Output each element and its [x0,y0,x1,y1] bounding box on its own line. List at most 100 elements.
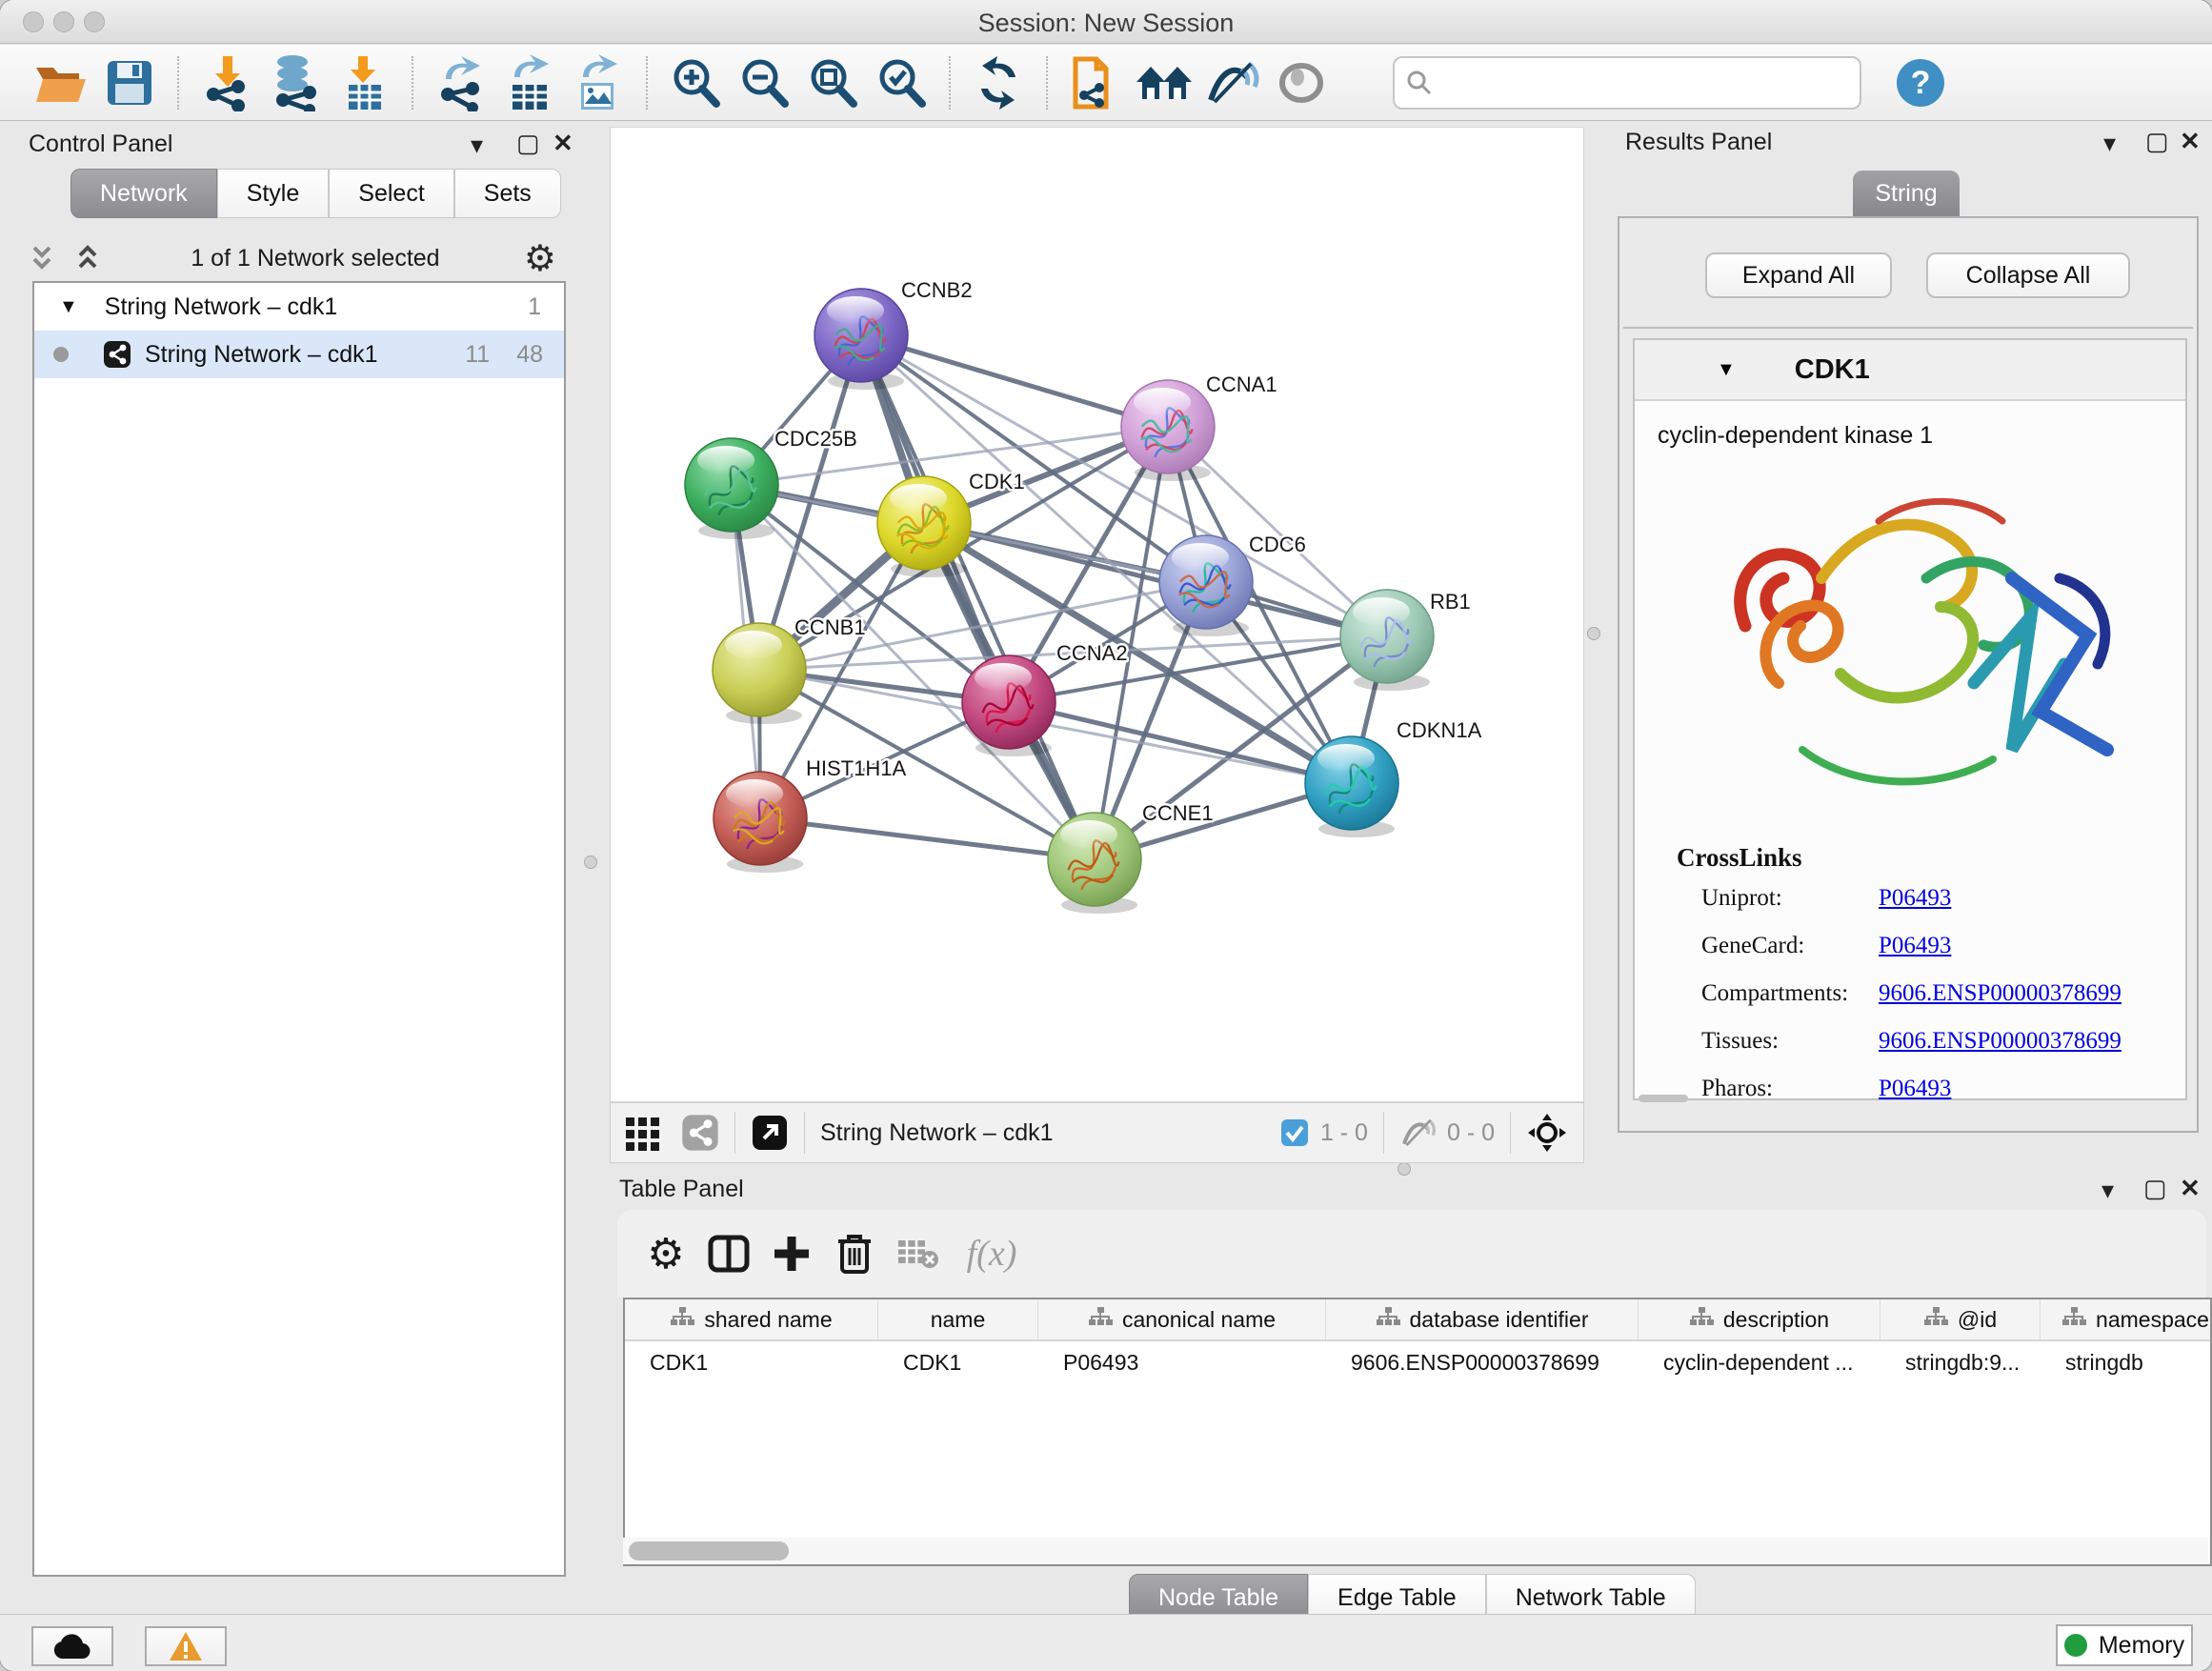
cloud-button[interactable] [31,1626,113,1666]
control-panel-collapse-icon[interactable]: ▾ [471,132,483,157]
import-network-database-icon[interactable] [261,52,330,113]
node-data-table[interactable]: shared namenamecanonical namedatabase id… [623,1298,2212,1566]
table-panel-float-icon[interactable]: ▢ [2143,1176,2167,1200]
share-document-icon[interactable] [1061,52,1130,113]
network-edge[interactable] [760,818,1095,859]
table-options-gear-icon[interactable]: ⚙ [634,1223,697,1284]
network-node-CDC6[interactable]: CDC6 [1159,533,1306,636]
column-header-shared-name[interactable]: shared name [625,1299,878,1339]
left-splitter-handle[interactable] [584,856,597,869]
section-scrollbar-thumb[interactable] [1639,1095,1688,1102]
column-header-@id[interactable]: @id [1880,1299,2041,1339]
export-table-icon[interactable] [495,52,564,113]
section-disclosure-triangle-icon[interactable]: ▼ [1717,359,1736,381]
crosslink-link[interactable]: P06493 [1879,933,1951,959]
table-horizontal-scrollbar[interactable] [623,1538,2208,1564]
refresh-icon[interactable] [964,52,1033,113]
save-session-button[interactable] [95,52,164,113]
zoom-out-icon[interactable] [730,52,798,113]
table-cell: CDK1 [878,1341,1038,1383]
expand-all-button[interactable]: Expand All [1705,252,1892,298]
search-box[interactable] [1393,56,1861,110]
node-count: 11 [465,341,490,369]
add-column-icon[interactable] [760,1223,823,1284]
table-scrollbar-thumb[interactable] [629,1541,789,1560]
selected-checkbox-icon[interactable] [1280,1118,1309,1147]
export-network-icon[interactable] [427,52,495,113]
network-node-CCNB2[interactable]: CCNB2 [814,278,973,390]
network-node-CCNA1[interactable]: CCNA1 [1121,372,1277,481]
crosslink-row: Tissues:9606.ENSP00000378699 [1701,1028,2159,1055]
delete-column-icon[interactable] [823,1223,886,1284]
results-panel-close-icon[interactable]: ✕ [2180,129,2201,153]
network-edge[interactable] [861,335,1095,859]
right-splitter-handle[interactable] [1587,627,1600,640]
crosslink-row: GeneCard:P06493 [1701,933,2159,959]
network-collection-row[interactable]: ▼ String Network – cdk1 1 [34,283,564,331]
column-header-namespace[interactable]: namespace [2041,1299,2212,1339]
network-node-CDC25B[interactable]: CDC25B [685,427,857,539]
column-header-canonical-name[interactable]: canonical name [1038,1299,1326,1339]
column-header-label: namespace [2096,1307,2209,1333]
export-image-icon[interactable] [564,52,633,113]
zoom-in-icon[interactable] [661,52,730,113]
zoom-selected-icon[interactable] [867,52,935,113]
tab-select[interactable]: Select [329,169,453,218]
detach-view-icon[interactable] [751,1114,789,1152]
tab-network[interactable]: Network [70,169,217,218]
grid-view-icon[interactable] [624,1114,662,1152]
results-panel-float-icon[interactable]: ▢ [2145,129,2169,153]
node-label-CDK1: CDK1 [969,470,1025,493]
birds-eye-view-icon[interactable] [1526,1112,1568,1154]
crosslink-link[interactable]: P06493 [1879,885,1951,912]
expand-all-icon[interactable] [74,244,107,272]
column-type-icon [1088,1306,1113,1333]
network-options-gear-icon[interactable]: ⚙ [524,237,556,280]
search-input[interactable] [1433,69,1833,97]
hidden-node-edge-counts: 0 - 0 [1447,1119,1495,1147]
string-view-icon[interactable] [681,1114,719,1152]
tab-string[interactable]: String [1853,171,1960,216]
column-header-database-identifier[interactable]: database identifier [1326,1299,1639,1339]
open-session-button[interactable] [27,52,95,113]
collapse-all-button[interactable]: Collapse All [1926,252,2130,298]
help-button[interactable]: ? [1886,52,1955,113]
table-panel-close-icon[interactable]: ✕ [2180,1176,2201,1200]
crosslink-link[interactable]: 9606.ENSP00000378699 [1879,1028,2122,1055]
collapse-all-icon[interactable] [29,244,61,272]
control-panel-float-icon[interactable]: ▢ [516,131,540,155]
network-node-RB1[interactable]: RB1 [1340,590,1471,691]
column-header-description[interactable]: description [1639,1299,1880,1339]
table-cell: P06493 [1038,1341,1326,1383]
crosslink-link[interactable]: 9606.ENSP00000378699 [1879,980,2122,1007]
network-node-CDKN1A[interactable]: CDKN1A [1305,718,1482,837]
table-row[interactable]: CDK1CDK1P064939606.ENSP00000378699cyclin… [625,1341,2210,1383]
column-header-name[interactable]: name [878,1299,1038,1339]
gene-name: CDK1 [1795,354,1870,386]
table-panel-collapse-icon[interactable]: ▾ [2101,1178,2114,1202]
disclosure-triangle-icon[interactable]: ▼ [59,296,78,318]
zoom-fit-icon[interactable] [798,52,867,113]
tab-style[interactable]: Style [217,169,330,218]
gene-section-header[interactable]: ▼ CDK1 [1635,340,2185,401]
control-panel-close-icon[interactable]: ✕ [553,131,573,155]
homes-icon[interactable] [1130,52,1198,113]
memory-button[interactable]: Memory [2056,1624,2193,1666]
warnings-button[interactable] [145,1626,227,1666]
crosslink-link[interactable]: P06493 [1879,1076,1951,1102]
network-view-canvas[interactable]: CCNB2CCNA1CDC25BCDK1CDC6RB1CCNB1CCNA2CDK… [610,127,1584,1102]
eye-icon[interactable] [1267,52,1336,113]
search-icon [1406,70,1433,96]
import-network-file-icon[interactable] [192,52,261,113]
network-row-selected[interactable]: String Network – cdk1 11 48 [34,331,564,378]
show-columns-icon[interactable] [697,1223,760,1284]
import-table-icon[interactable] [330,52,398,113]
network-node-CCNE1[interactable]: CCNE1 [1048,801,1214,914]
tab-sets[interactable]: Sets [454,169,561,218]
table-cell: stringdb [2041,1341,2212,1383]
network-edge[interactable] [861,335,1168,427]
network-node-HIST1H1A[interactable]: HIST1H1A [714,756,906,873]
results-panel-collapse-icon[interactable]: ▾ [2103,131,2116,155]
show-hide-graphics-icon[interactable] [1198,52,1267,113]
network-edge[interactable] [924,523,1387,636]
